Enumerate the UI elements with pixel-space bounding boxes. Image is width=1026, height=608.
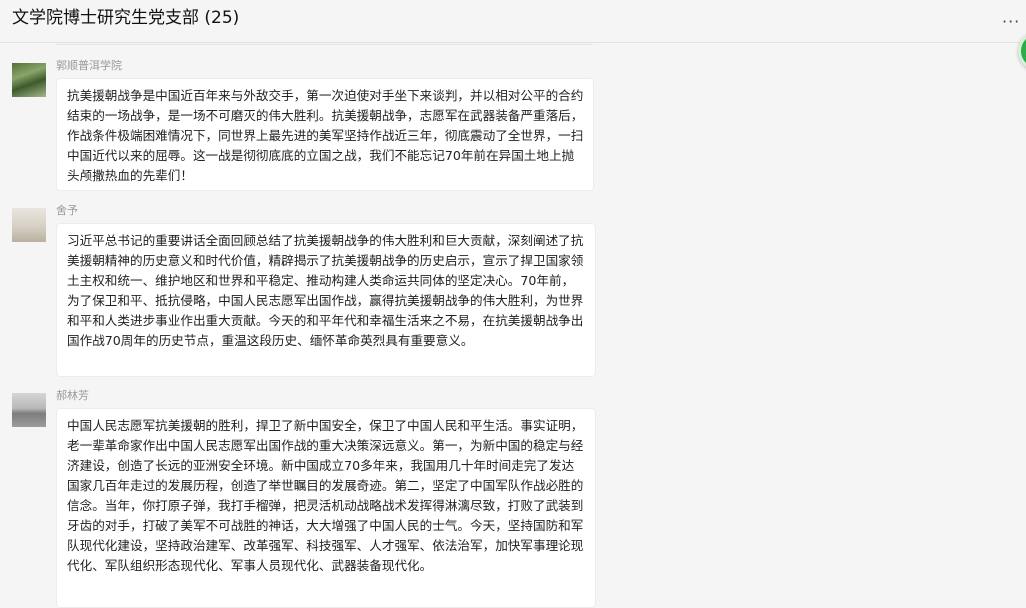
avatar[interactable] [12,208,46,242]
chat-title: 文学院博士研究生党支部 (25) [12,8,240,28]
avatar[interactable] [12,63,46,97]
message-bubble[interactable]: 习近平总书记的重要讲话全面回顾总结了抗美援朝战争的伟大胜利和巨大贡献，深刻阐述了… [56,223,596,377]
more-options-button[interactable]: ··· [1002,12,1026,32]
sender-name: 舍予 [56,204,78,217]
chat-header: 文学院博士研究生党支部 (25) ··· [0,0,1026,43]
message-bubble[interactable]: 抗美援朝战争是中国近百年来与外敌交手，第一次迫使对手坐下来谈判，并以相对公平的合… [56,78,594,191]
sender-name: 郝林芳 [56,389,89,402]
message-bubble[interactable]: 中国人民志愿军抗美援朝的胜利，捍卫了新中国安全，保卫了中国人民和平生活。事实证明… [56,408,596,608]
avatar[interactable] [12,393,46,427]
sender-name: 郭顺普洱学院 [56,59,122,72]
history-divider [56,44,593,45]
